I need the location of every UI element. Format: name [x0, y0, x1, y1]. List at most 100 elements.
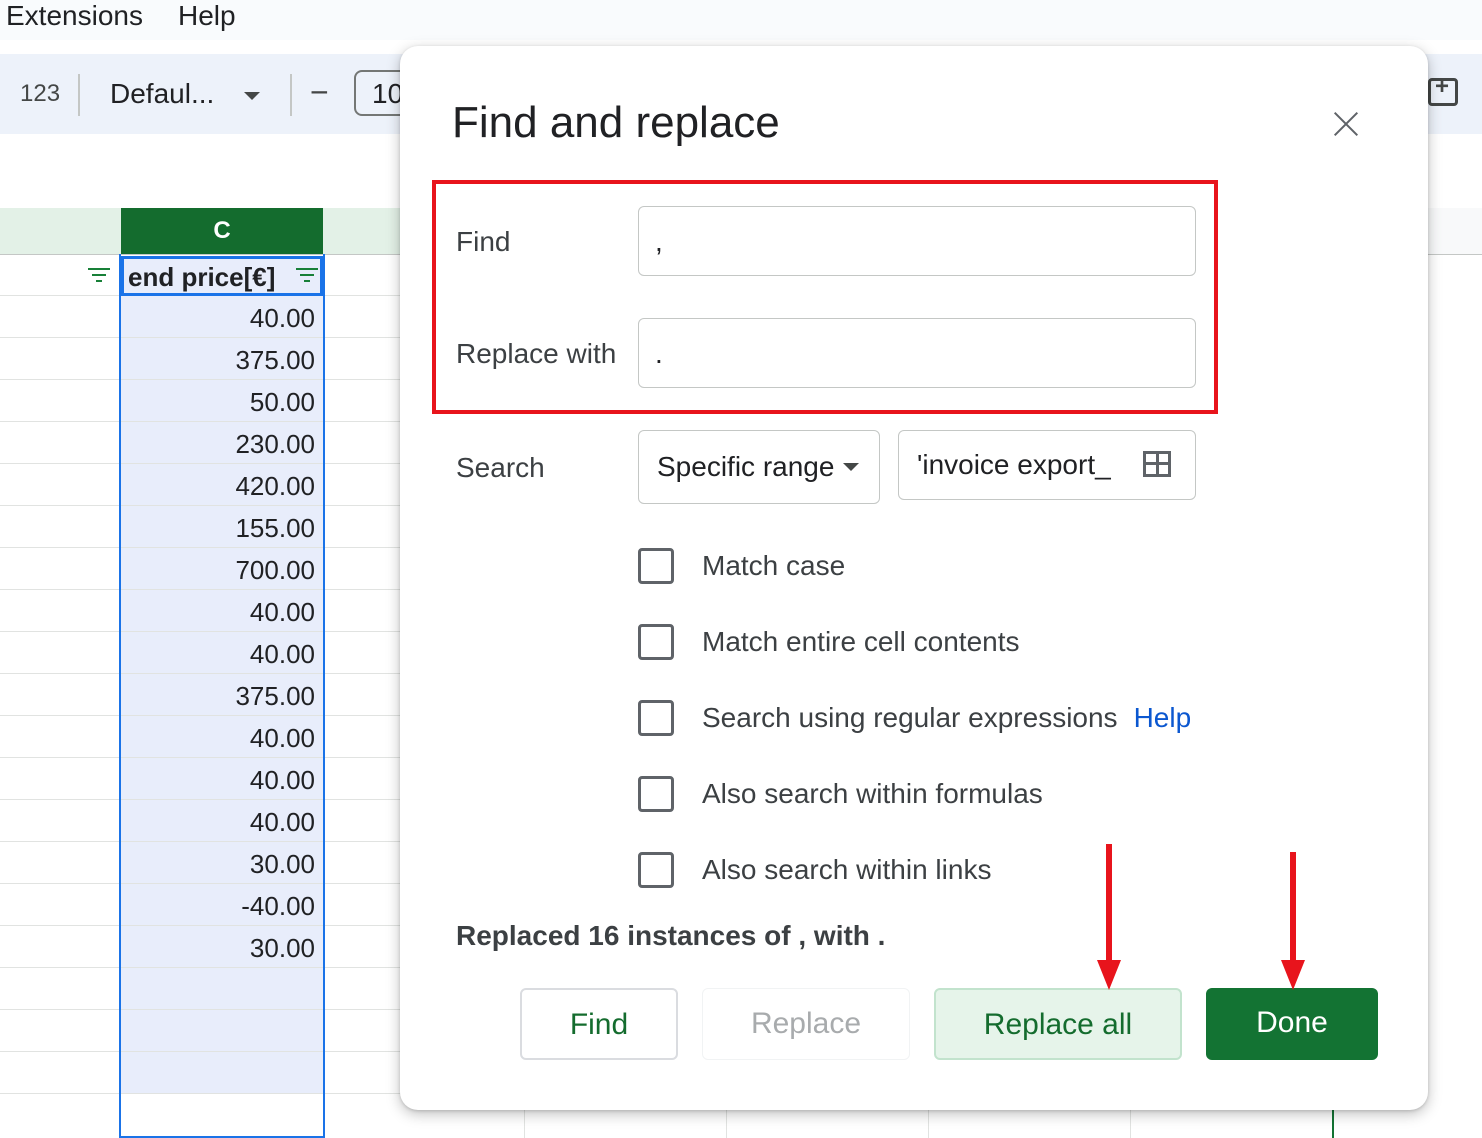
cell[interactable] [0, 884, 121, 925]
annotation-arrow [1106, 844, 1112, 962]
arrow-head-icon [1281, 960, 1305, 990]
price-cell[interactable]: 230.00 [121, 422, 323, 463]
price-cell[interactable]: -40.00 [121, 884, 323, 925]
price-cell[interactable]: 40.00 [121, 800, 323, 841]
search-scope-select[interactable]: Specific range [638, 430, 880, 504]
table-row: 30.00 [0, 926, 400, 968]
price-cell[interactable]: 375.00 [121, 674, 323, 715]
find-label: Find [456, 226, 511, 257]
cell[interactable] [0, 464, 121, 505]
table-row: 420.00 [0, 464, 400, 506]
price-cell[interactable]: 700.00 [121, 548, 323, 589]
table-row: -40.00 [0, 884, 400, 926]
menu-extensions[interactable]: Extensions [6, 0, 143, 32]
replace-input[interactable]: . [638, 318, 1196, 388]
table-row: 375.00 [0, 674, 400, 716]
cell[interactable] [0, 968, 121, 1009]
price-cell[interactable]: 155.00 [121, 506, 323, 547]
cell[interactable] [0, 926, 121, 967]
table-row: 155.00 [0, 506, 400, 548]
cell[interactable] [0, 1052, 121, 1093]
table-row: 40.00 [0, 800, 400, 842]
decrease-font-size-button[interactable]: − [310, 74, 329, 111]
toolbar-divider [290, 74, 292, 116]
price-cell[interactable]: 420.00 [121, 464, 323, 505]
table-row: 40.00 [0, 716, 400, 758]
cell[interactable] [0, 380, 121, 421]
price-cell[interactable]: 30.00 [121, 842, 323, 883]
table-row [0, 1052, 400, 1094]
filter-icon[interactable] [296, 268, 318, 284]
dialog-title: Find and replace [452, 98, 780, 147]
price-cell[interactable] [121, 1010, 323, 1051]
replace-button[interactable]: Replace [702, 988, 910, 1060]
price-cell[interactable]: 40.00 [121, 632, 323, 673]
grid-lines [400, 1110, 1482, 1138]
cell[interactable] [0, 1010, 121, 1051]
table-row: 700.00 [0, 548, 400, 590]
cell[interactable] [0, 338, 121, 379]
price-cell[interactable]: 50.00 [121, 380, 323, 421]
range-value: 'invoice export_ [917, 449, 1111, 480]
match-entire-cell-label: Match entire cell contents [702, 626, 1020, 657]
find-replace-dialog: Find and replace Find , Replace with . S… [400, 46, 1428, 1110]
within-formulas-checkbox[interactable] [638, 776, 674, 812]
done-button[interactable]: Done [1206, 988, 1378, 1060]
range-input[interactable]: 'invoice export_ [898, 430, 1196, 500]
close-icon[interactable] [1326, 104, 1366, 144]
table-row: 40.00 [0, 590, 400, 632]
table-row [0, 968, 400, 1010]
price-cell[interactable]: 40.00 [121, 716, 323, 757]
font-family-select[interactable]: Defaul... [110, 78, 214, 110]
menu-help[interactable]: Help [178, 0, 236, 32]
price-cell[interactable]: 375.00 [121, 338, 323, 379]
chevron-down-icon [843, 463, 859, 471]
regex-label-text: Search using regular expressions [702, 702, 1118, 733]
cell[interactable] [0, 674, 121, 715]
column-header-b[interactable] [0, 208, 121, 254]
font-size-value: 10 [372, 78, 404, 109]
cell[interactable] [0, 632, 121, 673]
filter-icon[interactable] [88, 268, 110, 284]
table-row: 50.00 [0, 380, 400, 422]
status-message: Replaced 16 instances of , with . [456, 920, 886, 951]
cell[interactable] [0, 548, 121, 589]
table-row [0, 1010, 400, 1052]
price-cell[interactable]: 30.00 [121, 926, 323, 967]
table-row: 40.00 [0, 632, 400, 674]
within-links-label: Also search within links [702, 854, 992, 885]
cell[interactable] [0, 422, 121, 463]
replace-with-label: Replace with [456, 338, 617, 369]
within-links-checkbox[interactable] [638, 852, 674, 888]
cell[interactable] [0, 800, 121, 841]
table-row: 30.00 [0, 842, 400, 884]
cell[interactable] [0, 296, 121, 337]
table-row: 40.00 [0, 758, 400, 800]
header-cell-end-price[interactable]: end price[€] [121, 256, 323, 296]
cell[interactable] [0, 506, 121, 547]
match-entire-cell-checkbox[interactable] [638, 624, 674, 660]
find-input[interactable]: , [638, 206, 1196, 276]
regex-checkbox[interactable] [638, 700, 674, 736]
within-formulas-label: Also search within formulas [702, 778, 1043, 809]
column-header-c[interactable]: C [121, 208, 323, 254]
price-cell[interactable]: 40.00 [121, 296, 323, 337]
price-cell[interactable]: 40.00 [121, 590, 323, 631]
search-label: Search [456, 452, 545, 483]
match-case-checkbox[interactable] [638, 548, 674, 584]
replace-all-button[interactable]: Replace all [934, 988, 1182, 1060]
price-cell[interactable]: 40.00 [121, 758, 323, 799]
price-cell[interactable] [121, 968, 323, 1009]
table-row: 375.00 [0, 338, 400, 380]
cell[interactable] [0, 590, 121, 631]
number-format-button[interactable]: 123 [20, 80, 60, 108]
price-cell[interactable] [121, 1052, 323, 1093]
select-range-grid-icon[interactable] [1143, 451, 1171, 477]
cell[interactable] [0, 842, 121, 883]
cell[interactable] [0, 716, 121, 757]
toolbar-divider [78, 74, 80, 116]
regex-help-link[interactable]: Help [1134, 702, 1192, 733]
cell[interactable] [0, 758, 121, 799]
insert-comment-icon[interactable] [1428, 73, 1458, 106]
find-button[interactable]: Find [520, 988, 678, 1060]
